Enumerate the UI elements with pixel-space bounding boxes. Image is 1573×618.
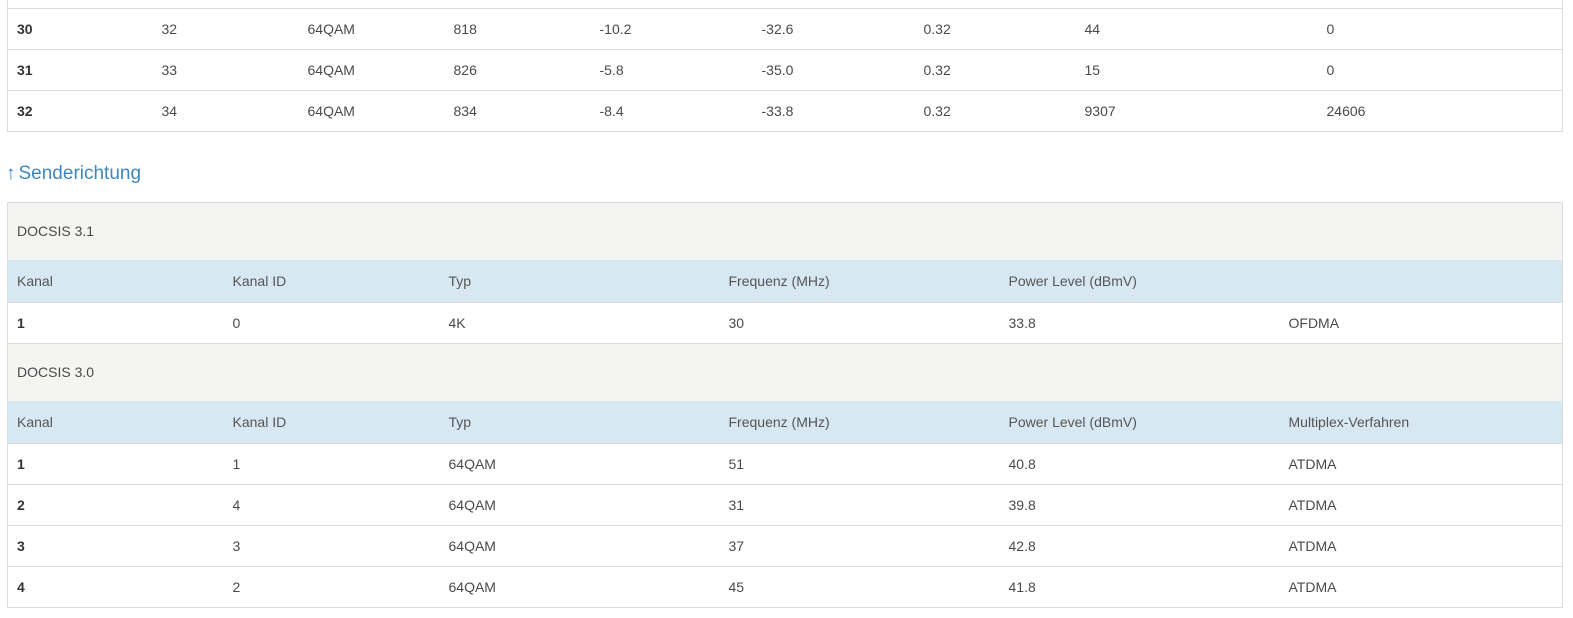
channel-id-cell: 32	[152, 7, 299, 49]
table-row: 4 2 64QAM 45 41.8 ATDMA	[7, 566, 1563, 608]
channel-id-cell: 34	[152, 89, 299, 131]
channel-cell: 1	[7, 443, 224, 485]
header-frequenz: Frequenz (MHz)	[728, 272, 830, 289]
modulation-cell: 64QAM	[298, 48, 445, 90]
downstream-table: 30 32 64QAM 818 -10.2 -32.6 0.32 44 0 31…	[7, 0, 1563, 132]
channel-cell: 31	[7, 48, 153, 90]
upstream-table: DOCSIS 3.1 Kanal Kanal ID Typ Frequenz (…	[7, 202, 1564, 608]
channel-cell: 2	[7, 484, 224, 526]
multiplex-cell: ATDMA	[1279, 443, 1563, 485]
table-row: 1 0 4K 30 33.8 OFDMA	[7, 302, 1563, 344]
correctable-errors-cell: 44	[1075, 7, 1318, 49]
channel-cell: 4	[7, 566, 224, 608]
channel-id-cell: 3	[223, 525, 440, 567]
frequency-cell: 51	[719, 443, 1000, 485]
uncorrectable-errors-cell: 0	[1317, 48, 1563, 90]
header-kanal: Kanal	[17, 413, 53, 430]
header-kanal-id: Kanal ID	[232, 413, 287, 430]
modulation-cell: 64QAM	[298, 89, 445, 131]
latency-cell: 0.32	[914, 89, 1076, 131]
table-row: 30 32 64QAM 818 -10.2 -32.6 0.32 44 0	[7, 7, 1563, 49]
frequency-cell: 31	[719, 484, 1000, 526]
type-cell: 64QAM	[439, 443, 720, 485]
upstream-section-heading: ↑ Senderichtung	[6, 161, 141, 187]
correctable-errors-cell: 9307	[1075, 89, 1318, 131]
power-level-cell: 40.8	[999, 443, 1280, 485]
power-level-cell: -8.4	[590, 89, 753, 131]
snr-cell: -33.8	[752, 89, 915, 131]
latency-cell: 0.32	[914, 7, 1076, 49]
frequency-cell: 818	[444, 7, 591, 49]
docsis31-label: DOCSIS 3.1	[17, 223, 95, 240]
table-row: 31 33 64QAM 826 -5.8 -35.0 0.32 15 0	[7, 48, 1563, 90]
power-level-cell: 39.8	[999, 484, 1280, 526]
header-power-level: Power Level (dBmV)	[1008, 413, 1137, 430]
channel-id-cell: 33	[152, 48, 299, 90]
multiplex-cell: ATDMA	[1279, 566, 1563, 608]
header-kanal: Kanal	[17, 272, 53, 289]
docsis30-group-header: DOCSIS 3.0	[7, 343, 1563, 401]
frequency-cell: 834	[444, 89, 591, 131]
snr-cell: -32.6	[752, 7, 915, 49]
uncorrectable-errors-cell: 0	[1317, 7, 1563, 49]
table-row: 2 4 64QAM 31 39.8 ATDMA	[7, 484, 1563, 526]
channel-cell: 1	[7, 302, 224, 344]
snr-cell: -35.0	[752, 48, 915, 90]
power-level-cell: 41.8	[999, 566, 1280, 608]
channel-id-cell: 2	[223, 566, 440, 608]
header-multiplex: Multiplex-Verfahren	[1288, 413, 1410, 430]
header-power-level: Power Level (dBmV)	[1008, 272, 1137, 289]
frequency-cell: 826	[444, 48, 591, 90]
type-cell: 64QAM	[439, 566, 720, 608]
power-level-cell: -10.2	[590, 7, 753, 49]
type-cell: 64QAM	[439, 484, 720, 526]
uncorrectable-errors-cell: 24606	[1317, 89, 1563, 131]
channel-cell: 3	[7, 525, 224, 567]
power-level-cell: 42.8	[999, 525, 1280, 567]
frequency-cell: 45	[719, 566, 1000, 608]
header-typ: Typ	[448, 272, 472, 289]
power-level-cell: -5.8	[590, 48, 753, 90]
channel-id-cell: 1	[223, 443, 440, 485]
header-kanal-id: Kanal ID	[232, 272, 287, 289]
channel-cell: 32	[7, 89, 153, 131]
multiplex-cell: ATDMA	[1279, 525, 1563, 567]
channel-cell: 30	[7, 7, 153, 49]
header-frequenz: Frequenz (MHz)	[728, 413, 830, 430]
docsis30-label: DOCSIS 3.0	[7, 343, 1563, 401]
channel-id-cell: 0	[223, 302, 440, 344]
type-cell: 4K	[439, 302, 720, 344]
docsis30-column-headers: Kanal Kanal ID Typ Frequenz (MHz) Power …	[7, 400, 1563, 444]
power-level-cell: 33.8	[999, 302, 1280, 344]
multiplex-cell: OFDMA	[1279, 302, 1563, 344]
upstream-title: Senderichtung	[18, 163, 142, 184]
page: 30 32 64QAM 818 -10.2 -32.6 0.32 44 0 31…	[0, 0, 1573, 618]
multiplex-cell: ATDMA	[1279, 484, 1563, 526]
docsis31-column-headers: Kanal Kanal ID Typ Frequenz (MHz) Power …	[7, 259, 1563, 303]
frequency-cell: 37	[719, 525, 1000, 567]
table-row: 1 1 64QAM 51 40.8 ATDMA	[7, 443, 1563, 485]
latency-cell: 0.32	[914, 48, 1076, 90]
modulation-cell: 64QAM	[298, 7, 445, 49]
table-row-partial	[8, 0, 1563, 8]
correctable-errors-cell: 15	[1075, 48, 1318, 90]
frequency-cell: 30	[719, 302, 1000, 344]
docsis31-group-header: DOCSIS 3.1	[7, 202, 1563, 260]
header-blank	[1280, 260, 1563, 303]
arrow-up-icon: ↑	[6, 163, 16, 184]
type-cell: 64QAM	[439, 525, 720, 567]
header-typ: Typ	[448, 413, 472, 430]
channel-id-cell: 4	[223, 484, 440, 526]
table-row: 3 3 64QAM 37 42.8 ATDMA	[7, 525, 1563, 567]
table-row: 32 34 64QAM 834 -8.4 -33.8 0.32 9307 246…	[7, 89, 1563, 131]
